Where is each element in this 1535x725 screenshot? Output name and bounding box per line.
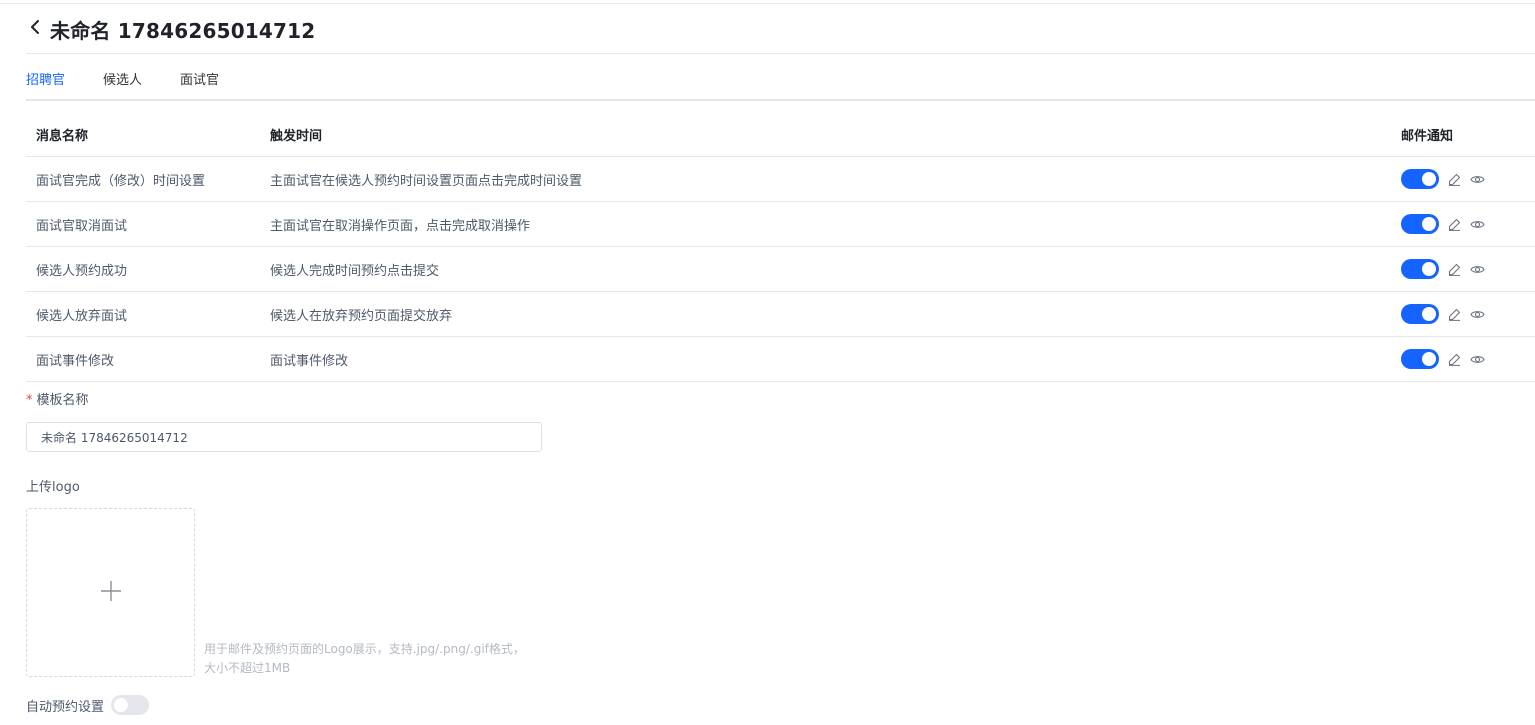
table-row: 面试官完成（修改）时间设置 主面试官在候选人预约时间设置页面点击完成时间设置 (26, 157, 1535, 202)
edit-icon[interactable] (1446, 351, 1462, 367)
tab-recruiter[interactable]: 招聘官 (26, 62, 66, 101)
edit-icon[interactable] (1446, 261, 1462, 277)
template-name-input[interactable] (26, 422, 542, 452)
switch-knob (114, 698, 129, 712)
email-notify-switch[interactable] (1401, 259, 1439, 279)
trigger-time: 候选人在放弃预约页面提交放弃 (270, 308, 453, 324)
message-name: 候选人放弃面试 (36, 308, 128, 324)
table-row: 候选人放弃面试 候选人在放弃预约页面提交放弃 (26, 292, 1535, 337)
message-name: 面试官完成（修改）时间设置 (36, 173, 206, 189)
message-name: 面试事件修改 (36, 353, 115, 369)
auto-booking-switch[interactable] (111, 695, 150, 715)
edit-icon[interactable] (1446, 216, 1462, 232)
eye-icon[interactable] (1469, 216, 1485, 232)
eye-icon[interactable] (1469, 351, 1485, 367)
switch-knob (1422, 217, 1436, 231)
tab-interviewer[interactable]: 面试官 (180, 62, 219, 101)
trigger-time: 主面试官在取消操作页面，点击完成取消操作 (270, 218, 531, 234)
email-controls (1401, 169, 1485, 189)
upload-logo-label: 上传logo (26, 480, 80, 495)
auto-booking-label: 自动预约设置 (26, 699, 105, 715)
tab-candidate[interactable]: 候选人 (103, 62, 142, 101)
page-header: 未命名 17846265014712 (26, 14, 315, 44)
table-row: 候选人预约成功 候选人完成时间预约点击提交 (26, 247, 1535, 292)
email-controls (1401, 259, 1485, 279)
table-row: 面试事件修改 面试事件修改 (26, 337, 1535, 382)
email-notify-switch[interactable] (1401, 304, 1439, 324)
page-title: 未命名 17846265014712 (50, 18, 316, 43)
email-controls (1401, 349, 1485, 369)
eye-icon[interactable] (1469, 171, 1485, 187)
upload-hint: 用于邮件及预约页面的Logo展示，支持.jpg/.png/.gif格式，大小不超… (204, 642, 525, 675)
column-header-trigger: 触发时间 (270, 128, 323, 144)
plus-icon (99, 579, 123, 607)
trigger-time: 主面试官在候选人预约时间设置页面点击完成时间设置 (270, 173, 583, 189)
message-name: 面试官取消面试 (36, 218, 128, 234)
eye-icon[interactable] (1469, 306, 1485, 322)
switch-knob (1422, 262, 1436, 276)
required-mark: * (26, 393, 33, 408)
email-notify-switch[interactable] (1401, 169, 1439, 189)
back-button[interactable] (26, 14, 44, 44)
template-name-label-text: 模板名称 (36, 393, 89, 408)
tab-bar: 招聘官 候选人 面试官 (26, 62, 257, 101)
trigger-time: 面试事件修改 (270, 353, 349, 369)
message-name: 候选人预约成功 (36, 263, 128, 279)
email-notify-switch[interactable] (1401, 349, 1439, 369)
email-notify-switch[interactable] (1401, 214, 1439, 234)
template-name-label: * 模板名称 (26, 389, 89, 408)
top-divider (0, 3, 1535, 4)
table-header: 消息名称 触发时间 邮件通知 (26, 112, 1535, 157)
column-header-email: 邮件通知 (1401, 128, 1454, 144)
header-divider (26, 53, 1535, 54)
switch-knob (1422, 352, 1436, 366)
edit-icon[interactable] (1446, 171, 1462, 187)
auto-booking-setting: 自动预约设置 (26, 695, 150, 715)
logo-uploader[interactable] (26, 508, 195, 677)
table-row: 面试官取消面试 主面试官在取消操作页面，点击完成取消操作 (26, 202, 1535, 247)
tabs-divider (26, 99, 1535, 101)
trigger-time: 候选人完成时间预约点击提交 (270, 263, 440, 279)
email-controls (1401, 214, 1485, 234)
message-table: 消息名称 触发时间 邮件通知 面试官完成（修改）时间设置 主面试官在候选人预约时间… (26, 112, 1535, 382)
column-header-name: 消息名称 (36, 128, 89, 144)
eye-icon[interactable] (1469, 261, 1485, 277)
edit-icon[interactable] (1446, 306, 1462, 322)
switch-knob (1422, 307, 1436, 321)
chevron-left-icon (29, 19, 41, 39)
switch-knob (1422, 172, 1436, 186)
email-controls (1401, 304, 1485, 324)
